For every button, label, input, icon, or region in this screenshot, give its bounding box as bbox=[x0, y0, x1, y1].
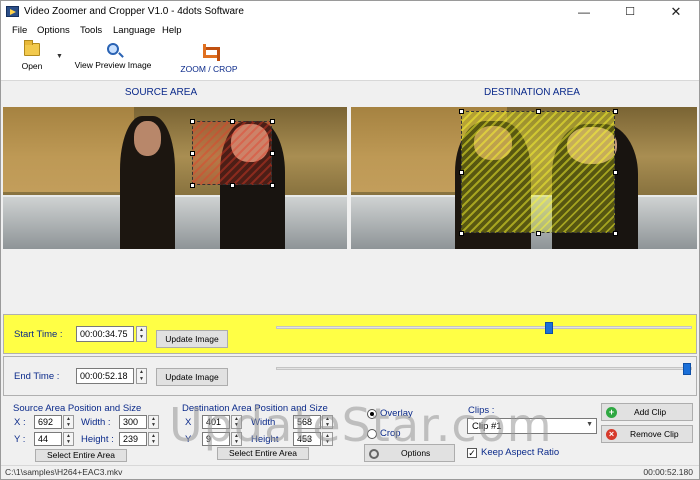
source-frame-image bbox=[3, 107, 347, 249]
title-bar: Video Zoomer and Cropper V1.0 - 4dots So… bbox=[1, 1, 699, 23]
add-clip-button[interactable]: + Add Clip bbox=[601, 403, 693, 421]
resize-handle[interactable] bbox=[613, 109, 618, 114]
resize-handle[interactable] bbox=[270, 151, 275, 156]
source-height-input[interactable] bbox=[119, 432, 147, 446]
resize-handle[interactable] bbox=[230, 183, 235, 188]
end-time-input[interactable] bbox=[76, 368, 134, 384]
source-x-input[interactable] bbox=[34, 415, 62, 429]
source-height-spinner[interactable]: ▲ ▼ bbox=[148, 432, 159, 446]
resize-handle[interactable] bbox=[190, 151, 195, 156]
destination-video-preview[interactable] bbox=[351, 107, 697, 249]
resize-handle[interactable] bbox=[613, 231, 618, 236]
source-width-input[interactable] bbox=[119, 415, 147, 429]
status-duration: 00:00:52.180 bbox=[643, 467, 693, 477]
maximize-button[interactable]: ☐ bbox=[607, 1, 653, 23]
view-preview-label: View Preview Image bbox=[74, 60, 152, 70]
open-dropdown-arrow-icon[interactable]: ▼ bbox=[56, 53, 63, 60]
source-x-spinner[interactable]: ▲ ▼ bbox=[63, 415, 74, 429]
source-width-spinner[interactable]: ▲ ▼ bbox=[148, 415, 159, 429]
menu-tools[interactable]: Tools bbox=[80, 25, 102, 36]
zoom-crop-button[interactable]: ZOOM / CROP bbox=[177, 43, 241, 74]
start-slider-thumb[interactable] bbox=[545, 322, 553, 334]
remove-clip-button[interactable]: × Remove Clip bbox=[601, 425, 693, 443]
app-window: Video Zoomer and Cropper V1.0 - 4dots So… bbox=[0, 0, 700, 480]
status-bar: C:\1\samples\H264+EAC3.mkv 00:00:52.180 bbox=[1, 465, 699, 479]
menu-language[interactable]: Language bbox=[113, 25, 155, 36]
source-y-spinner[interactable]: ▲ ▼ bbox=[63, 432, 74, 446]
source-area-title: SOURCE AREA bbox=[124, 87, 198, 98]
zoom-crop-label: ZOOM / CROP bbox=[180, 64, 238, 74]
folder-icon bbox=[24, 40, 40, 56]
magnifier-icon bbox=[107, 43, 119, 55]
start-time-bar: Start Time : ▲▼ Update Image bbox=[3, 314, 697, 354]
source-empty-area bbox=[3, 249, 347, 313]
close-button[interactable]: ✕ bbox=[653, 1, 699, 23]
start-time-spinner[interactable]: ▲ ▼ bbox=[136, 326, 147, 342]
open-button[interactable]: Open bbox=[15, 40, 49, 71]
end-time-bar: End Time : ▲▼ Update Image bbox=[3, 356, 697, 396]
resize-handle[interactable] bbox=[536, 109, 541, 114]
chevron-down-icon: ▼ bbox=[586, 421, 593, 428]
end-time-slider[interactable] bbox=[276, 363, 692, 375]
start-time-label: Start Time : bbox=[14, 329, 63, 340]
remove-icon: × bbox=[606, 429, 617, 441]
menu-bar: File Options Tools Language Help bbox=[1, 23, 699, 39]
source-width-label: Width : bbox=[81, 417, 111, 428]
toolbar: Open ▼ View Preview Image ZOOM / CROP bbox=[1, 39, 699, 81]
resize-handle[interactable] bbox=[270, 183, 275, 188]
destination-selection-rect[interactable] bbox=[461, 111, 615, 233]
resize-handle[interactable] bbox=[536, 231, 541, 236]
source-height-label: Height : bbox=[81, 434, 114, 445]
end-slider-thumb[interactable] bbox=[683, 363, 691, 375]
menu-options[interactable]: Options bbox=[37, 25, 70, 36]
resize-handle[interactable] bbox=[459, 170, 464, 175]
plus-icon: + bbox=[606, 407, 617, 419]
status-file-path: C:\1\samples\H264+EAC3.mkv bbox=[5, 467, 123, 477]
menu-file[interactable]: File bbox=[12, 25, 27, 36]
source-position-title: Source Area Position and Size bbox=[13, 403, 142, 414]
resize-handle[interactable] bbox=[230, 119, 235, 124]
add-clip-label: Add Clip bbox=[634, 407, 667, 417]
start-time-input[interactable] bbox=[76, 326, 134, 342]
start-time-slider[interactable] bbox=[276, 322, 692, 334]
resize-handle[interactable] bbox=[190, 119, 195, 124]
end-update-image-button[interactable]: Update Image bbox=[156, 368, 228, 386]
source-y-label: Y : bbox=[14, 434, 26, 445]
crop-icon bbox=[201, 43, 220, 61]
resize-handle[interactable] bbox=[459, 109, 464, 114]
remove-clip-label: Remove Clip bbox=[630, 429, 679, 439]
window-title: Video Zoomer and Cropper V1.0 - 4dots So… bbox=[24, 6, 244, 17]
end-time-label: End Time : bbox=[14, 371, 60, 382]
destination-empty-area bbox=[351, 249, 697, 313]
start-update-image-button[interactable]: Update Image bbox=[156, 330, 228, 348]
source-selection-rect[interactable] bbox=[192, 121, 272, 185]
source-y-input[interactable] bbox=[34, 432, 62, 446]
source-x-label: X : bbox=[14, 417, 26, 428]
view-preview-button[interactable]: View Preview Image bbox=[71, 43, 155, 70]
resize-handle[interactable] bbox=[459, 231, 464, 236]
watermark-text: UpdateStar.com bbox=[169, 398, 553, 452]
resize-handle[interactable] bbox=[270, 119, 275, 124]
destination-area-title: DESTINATION AREA bbox=[484, 87, 580, 98]
source-video-preview[interactable] bbox=[3, 107, 347, 249]
app-icon bbox=[6, 6, 19, 17]
end-time-spinner[interactable]: ▲ ▼ bbox=[136, 368, 147, 384]
resize-handle[interactable] bbox=[190, 183, 195, 188]
resize-handle[interactable] bbox=[613, 170, 618, 175]
source-select-entire-area-button[interactable]: Select Entire Area bbox=[35, 449, 127, 462]
minimize-button[interactable]: — bbox=[561, 1, 607, 23]
menu-help[interactable]: Help bbox=[162, 25, 182, 36]
open-label: Open bbox=[21, 61, 43, 71]
